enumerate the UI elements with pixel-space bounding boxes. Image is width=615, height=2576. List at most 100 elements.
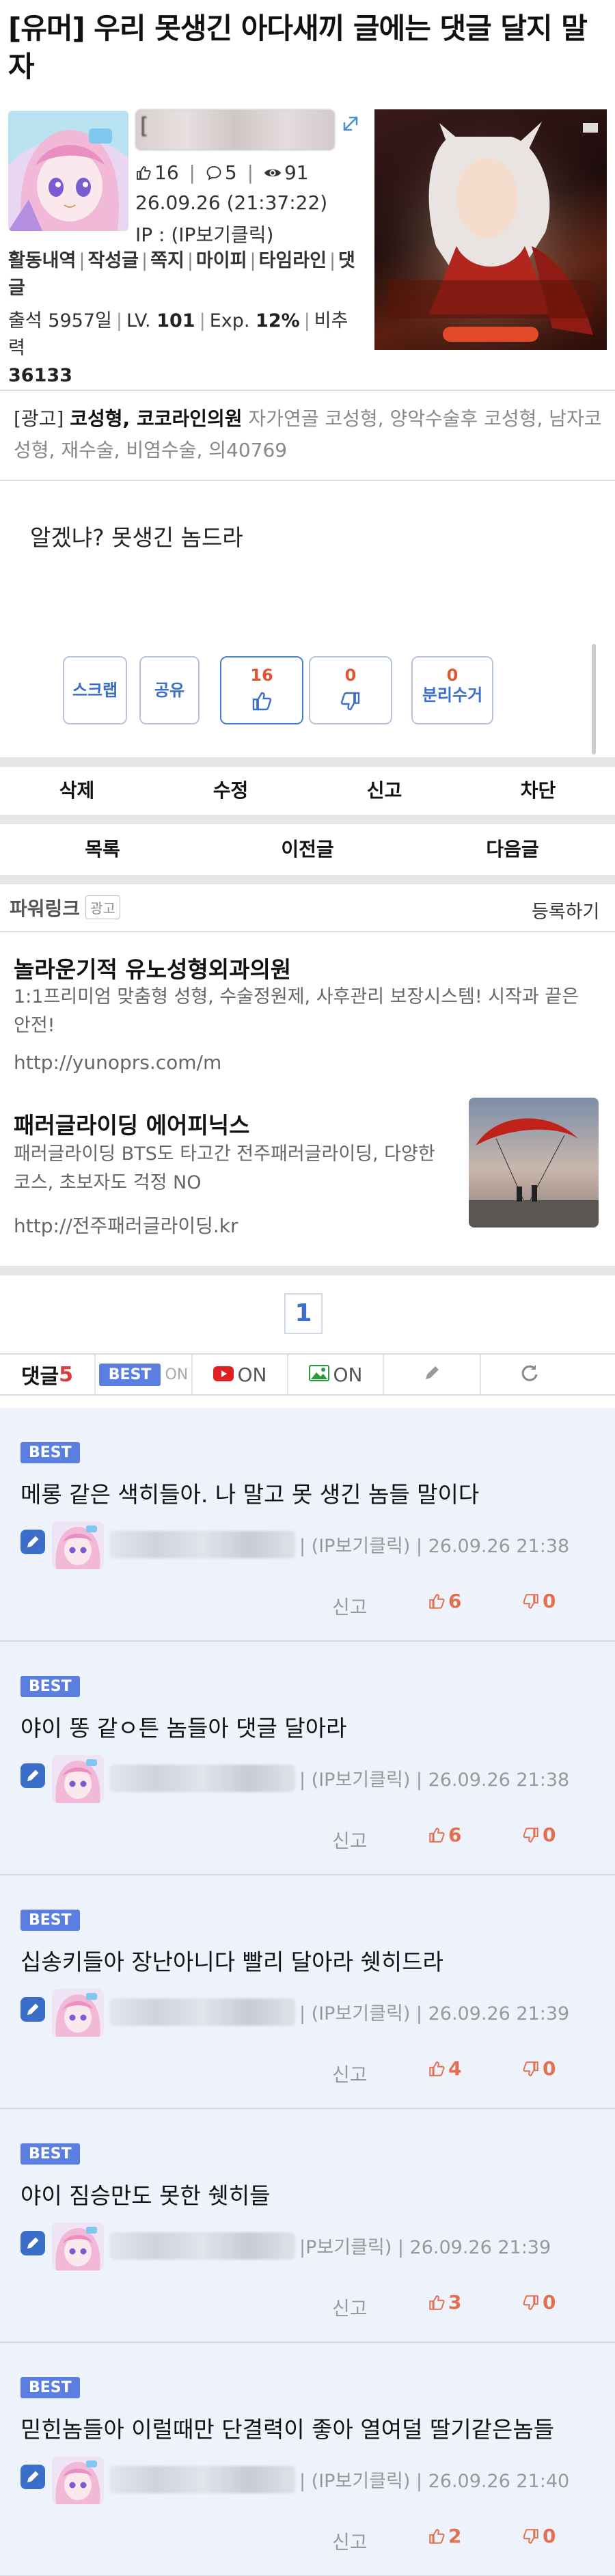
image-toggle[interactable]: ON — [288, 1355, 384, 1394]
share-button[interactable]: 공유 — [139, 656, 200, 724]
ad-url[interactable]: http://전주패러글라이딩.kr — [14, 1211, 238, 1238]
prev-post-button[interactable]: 이전글 — [205, 834, 410, 865]
ad-url[interactable]: http://yunoprs.com/m — [14, 1051, 221, 1074]
thumbs-down-icon — [523, 2529, 538, 2544]
divider — [0, 757, 615, 767]
scrollbar[interactable] — [592, 644, 596, 755]
comment-icon — [206, 163, 222, 186]
recycle-button[interactable]: 0 분리수거 — [411, 656, 493, 724]
comment-downvote-button[interactable]: 0 — [522, 2525, 556, 2547]
comment-downvote-count: 0 — [543, 2057, 556, 2080]
edit-button[interactable]: 수정 — [154, 775, 308, 806]
image-icon — [308, 1364, 329, 1386]
ad-title[interactable]: 패러글라이딩 에어피닉스 — [14, 1107, 249, 1140]
text-ad[interactable]: [광고] 코성형, 코코라인의원 자가연골 코성형, 양악수술후 코성형, 남자… — [14, 403, 608, 466]
commenter-avatar[interactable] — [52, 1989, 104, 2037]
comment-upvote-count: 4 — [448, 2057, 462, 2080]
level-label: LV. — [126, 310, 151, 331]
comment-upvote-button[interactable]: 6 — [428, 1590, 461, 1612]
comment-meta: |P보기클릭) | 26.09.26 21:39 — [299, 2237, 551, 2258]
commenter-nickname[interactable] — [109, 2466, 295, 2493]
commenter-nickname[interactable] — [109, 1998, 295, 2026]
commenter-avatar[interactable] — [52, 2223, 104, 2270]
link-timeline[interactable]: 타임라인 — [259, 250, 327, 271]
commenter-nickname[interactable] — [109, 1531, 295, 1558]
eye-icon — [264, 163, 282, 186]
comment-downvote-button[interactable]: 0 — [522, 2057, 556, 2080]
edit-comment-icon[interactable] — [20, 2231, 45, 2255]
ad-description: 패러글라이딩 BTS도 타고간 전주패러글라이딩, 다양한코스, 초보자도 걱정… — [14, 1143, 435, 1193]
commenter-nickname[interactable] — [109, 2232, 295, 2260]
comment-upvote-button[interactable]: 6 — [428, 1823, 461, 1846]
list-button[interactable]: 목록 — [0, 834, 205, 865]
divider — [0, 390, 615, 391]
commenter-nickname[interactable] — [109, 1765, 295, 1792]
downvote-button-count: 0 — [344, 666, 357, 685]
comment-downvote-button[interactable]: 0 — [522, 1823, 556, 1846]
author-avatar[interactable] — [8, 111, 128, 231]
downvote-button[interactable]: 0 — [309, 656, 392, 724]
ad-description: 1:1프리미엄 맞춤형 성형, 수술정원제, 사후관리 보장시스템! 시작과 끝… — [14, 986, 579, 1036]
write-comment-button[interactable] — [384, 1355, 481, 1394]
thumbs-down-icon — [523, 2061, 538, 2076]
edit-comment-icon[interactable] — [20, 1997, 45, 2022]
register-link[interactable]: 등록하기 — [532, 897, 599, 923]
edit-comment-icon[interactable] — [20, 1530, 45, 1554]
refresh-button[interactable] — [481, 1355, 578, 1394]
comment-meta: | (IP보기클릭) | 26.09.26 21:38 — [299, 1536, 570, 1557]
expand-icon[interactable] — [340, 113, 361, 134]
post-actions: 삭제 수정 신고 차단 — [0, 775, 615, 806]
ad-title[interactable]: 놀라운기적 유노성형외과의원 — [14, 951, 291, 984]
divider — [0, 1266, 615, 1275]
thumbs-down-icon — [523, 1594, 538, 1609]
thumbs-up-icon — [429, 1828, 445, 1843]
report-button[interactable]: 신고 — [308, 775, 461, 806]
image-state: ON — [333, 1363, 363, 1386]
comment-report-button[interactable]: 신고 — [332, 1592, 368, 1620]
banner-ad[interactable] — [374, 109, 607, 350]
commenter-avatar[interactable] — [52, 2456, 104, 2504]
block-button[interactable]: 차단 — [461, 775, 615, 806]
delete-button[interactable]: 삭제 — [0, 775, 154, 806]
comment-report-button[interactable]: 신고 — [332, 2294, 368, 2321]
youtube-toggle[interactable]: ON — [193, 1355, 288, 1394]
scrap-button[interactable]: 스크랩 — [63, 656, 127, 724]
thumbs-up-icon — [221, 690, 302, 715]
comment-upvote-button[interactable]: 4 — [428, 2057, 461, 2080]
comment-meta: | (IP보기클릭) | 26.09.26 21:40 — [299, 2471, 570, 2492]
comment-report-button[interactable]: 신고 — [332, 2060, 368, 2087]
upvote-button-count: 16 — [250, 666, 273, 685]
comment-upvote-button[interactable]: 3 — [428, 2291, 461, 2314]
page-number-current[interactable]: 1 — [284, 1293, 323, 1334]
thumbs-up-icon — [135, 163, 152, 186]
view-count: 91 — [284, 161, 309, 184]
comment-text: 십송키들아 장난아니다 빨리 달아라 쉣히드라 — [20, 1949, 443, 1975]
comment-report-button[interactable]: 신고 — [332, 1826, 368, 1854]
comment-text: 야이 짐승만도 못한 쉣히들 — [20, 2182, 271, 2209]
commenter-avatar[interactable] — [52, 1521, 104, 1569]
link-posts[interactable]: 작성글 — [87, 250, 139, 271]
link-mypi[interactable]: 마이피 — [196, 250, 247, 271]
commenter-avatar[interactable] — [52, 1755, 104, 1803]
comment-report-button[interactable]: 신고 — [332, 2527, 368, 2555]
post-title: [유머] 우리 못생긴 아다새끼 글에는 댓글 달지 말자 — [8, 12, 588, 83]
comment-downvote-button[interactable]: 0 — [522, 1590, 556, 1612]
comment-downvote-button[interactable]: 0 — [522, 2291, 556, 2314]
comment-upvote-button[interactable]: 2 — [428, 2525, 461, 2547]
ad-thumbnail[interactable] — [469, 1098, 599, 1228]
author-nickname[interactable]: [ — [135, 109, 335, 150]
edit-comment-icon[interactable] — [20, 2465, 45, 2489]
thumbs-down-icon — [523, 1828, 538, 1843]
edit-comment-icon[interactable] — [20, 1763, 45, 1788]
comment-downvote-count: 0 — [543, 2291, 556, 2314]
post-body: 알겠냐? 못생긴 놈드라 — [30, 524, 243, 551]
best-toggle[interactable]: BEST ON — [96, 1355, 193, 1394]
share-label: 공유 — [154, 681, 185, 700]
post-ip[interactable]: IP : (IP보기클릭) — [135, 220, 273, 247]
comment-meta: | (IP보기클릭) | 26.09.26 21:38 — [299, 1770, 570, 1791]
next-post-button[interactable]: 다음글 — [410, 834, 615, 865]
upvote-button[interactable]: 16 — [220, 656, 303, 724]
link-message[interactable]: 쪽지 — [150, 250, 184, 271]
comment-upvote-count: 6 — [448, 1590, 462, 1612]
link-activity[interactable]: 활동내역 — [8, 250, 76, 271]
